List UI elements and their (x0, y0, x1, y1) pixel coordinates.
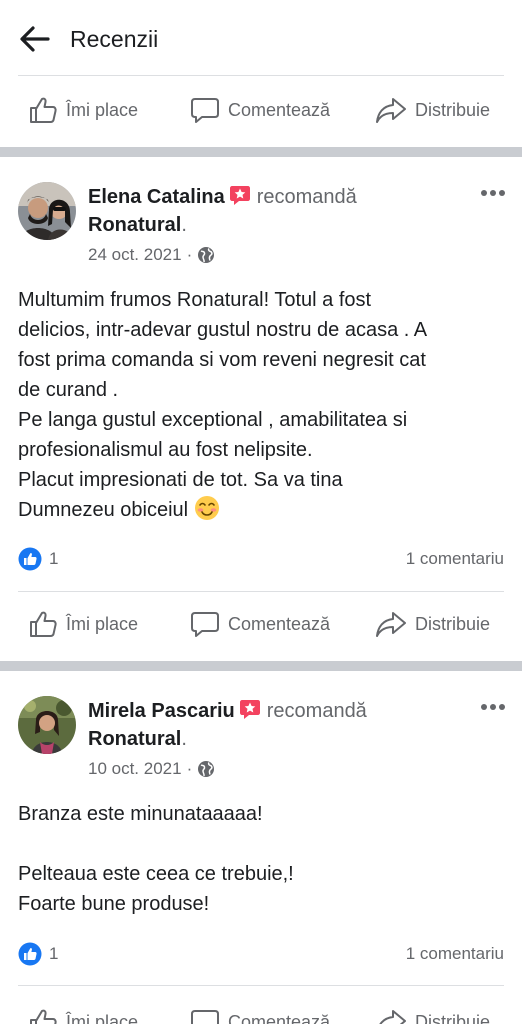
divider (18, 591, 504, 592)
post-text-line: Placut impresionati de tot. Sa va tina (18, 469, 343, 491)
post-separator (0, 147, 522, 157)
comment-button[interactable]: Comentează (190, 991, 330, 1024)
page-line: Ronatural. (88, 212, 187, 239)
comment-icon (191, 1010, 219, 1024)
post-text: Multumim frumos Ronatural! Totul a fost … (18, 285, 508, 525)
share-label: Distribuie (415, 99, 491, 120)
post-date[interactable]: 10 oct. 2021 (88, 759, 182, 779)
page-name-dot: . (181, 728, 187, 750)
like-button[interactable]: Îmi place (28, 79, 138, 141)
page-line: Ronatural. (88, 726, 187, 753)
more-options-icon[interactable] (480, 703, 506, 711)
comment-label: Comentează (228, 1011, 331, 1024)
comment-button[interactable]: Comentează (190, 593, 330, 655)
share-icon (379, 1010, 406, 1024)
action-bar-top: Îmi place Comentează Distribuie (0, 79, 522, 141)
share-label: Distribuie (415, 613, 491, 634)
like-reaction-icon (18, 942, 42, 966)
more-options-icon[interactable] (480, 189, 506, 197)
post-text-blank-line (18, 829, 508, 859)
thumbs-up-icon (30, 611, 57, 637)
share-button[interactable]: Distribuie (375, 79, 490, 141)
share-icon (376, 98, 406, 123)
post-text-line-last: Dumnezeu obiceiul (18, 495, 508, 525)
reactions-summary[interactable]: 1 (18, 547, 58, 571)
like-label: Îmi place (66, 99, 139, 120)
post-text-line: Multumim frumos Ronatural! Totul a fost (18, 289, 372, 311)
reactions-count: 1 (49, 944, 59, 963)
page-name[interactable]: Ronatural (88, 728, 181, 750)
post-text-line: Branza este minunataaaaa! (18, 803, 263, 825)
recommends-text: recomandă (266, 700, 367, 722)
like-reaction-icon (18, 547, 42, 571)
author-name[interactable]: Elena Catalina (88, 186, 225, 208)
avatar[interactable] (18, 182, 76, 240)
action-bar: Îmi place Comentează Distribuie (0, 987, 522, 1024)
thumbs-up-icon (30, 1009, 57, 1024)
post-text: Branza este minunataaaaa! Pelteaua este … (18, 799, 508, 919)
post-date[interactable]: 24 oct. 2021 (88, 245, 182, 265)
comment-label: Comentează (228, 613, 331, 634)
post-text-line: fost prima comanda si vom reveni negresi… (18, 349, 426, 371)
avatar-photo (18, 182, 76, 240)
post-text-line: delicios, intr-adevar gustul nostru de a… (18, 319, 428, 341)
review-post: Mirela Pascariu recomandă Ronatural. 10 o… (0, 671, 522, 1024)
recommends-text: recomandă (256, 186, 357, 208)
recommend-icon (239, 700, 260, 719)
share-label: Distribuie (415, 1011, 491, 1024)
comments-count[interactable]: 1 comentariu (406, 944, 504, 964)
header-divider (18, 75, 504, 76)
meta-separator: · (186, 759, 193, 778)
thumbs-up-icon (30, 97, 57, 123)
globe-icon (198, 761, 215, 777)
post-meta: 10 oct. 2021 · (88, 759, 215, 779)
like-button[interactable]: Îmi place (28, 991, 138, 1024)
app-header: Recenzii (0, 0, 522, 78)
post-separator (0, 661, 522, 671)
post-header-line: Elena Catalina recomandă (88, 184, 357, 211)
smiling-blush-emoji-icon (194, 496, 219, 520)
globe-icon (198, 247, 215, 263)
reactions-summary[interactable]: 1 (18, 942, 58, 966)
comment-label: Comentează (228, 99, 331, 120)
post-text-line: Foarte bune produse! (18, 893, 210, 915)
reactions-count: 1 (49, 549, 59, 568)
avatar-photo (18, 696, 76, 754)
page-title: Recenzii (70, 26, 159, 52)
back-arrow-icon[interactable] (18, 24, 52, 54)
page-name-dot: . (181, 214, 187, 236)
share-button[interactable]: Distribuie (375, 593, 490, 655)
author-name[interactable]: Mirela Pascariu (88, 700, 235, 722)
comment-button[interactable]: Comentează (190, 79, 330, 141)
like-label: Îmi place (66, 613, 139, 634)
post-text-line: Pe langa gustul exceptional , amabilitat… (18, 409, 408, 431)
like-button[interactable]: Îmi place (28, 593, 138, 655)
post-text-line: Dumnezeu obiceiul (18, 499, 189, 521)
post-meta: 24 oct. 2021 · (88, 245, 215, 265)
avatar[interactable] (18, 696, 76, 754)
share-icon (376, 612, 406, 637)
meta-separator: · (186, 245, 193, 264)
post-text-line: profesionalismul au fost nelipsite. (18, 439, 313, 461)
action-bar: Îmi place Comentează Distribuie (0, 593, 522, 655)
like-label: Îmi place (66, 1011, 139, 1024)
review-post: Elena Catalina recomandă Ronatural. 24 oc… (0, 157, 522, 659)
share-button[interactable]: Distribuie (375, 991, 490, 1024)
comment-icon (191, 612, 219, 637)
comment-icon (191, 98, 219, 123)
divider (18, 985, 504, 986)
page-name[interactable]: Ronatural (88, 214, 181, 236)
recommend-icon (229, 186, 250, 205)
post-text-line: de curand . (18, 379, 119, 401)
post-text-line: Pelteaua este ceea ce trebuie,! (18, 863, 294, 885)
post-header-line: Mirela Pascariu recomandă (88, 698, 367, 725)
comments-count[interactable]: 1 comentariu (406, 549, 504, 569)
